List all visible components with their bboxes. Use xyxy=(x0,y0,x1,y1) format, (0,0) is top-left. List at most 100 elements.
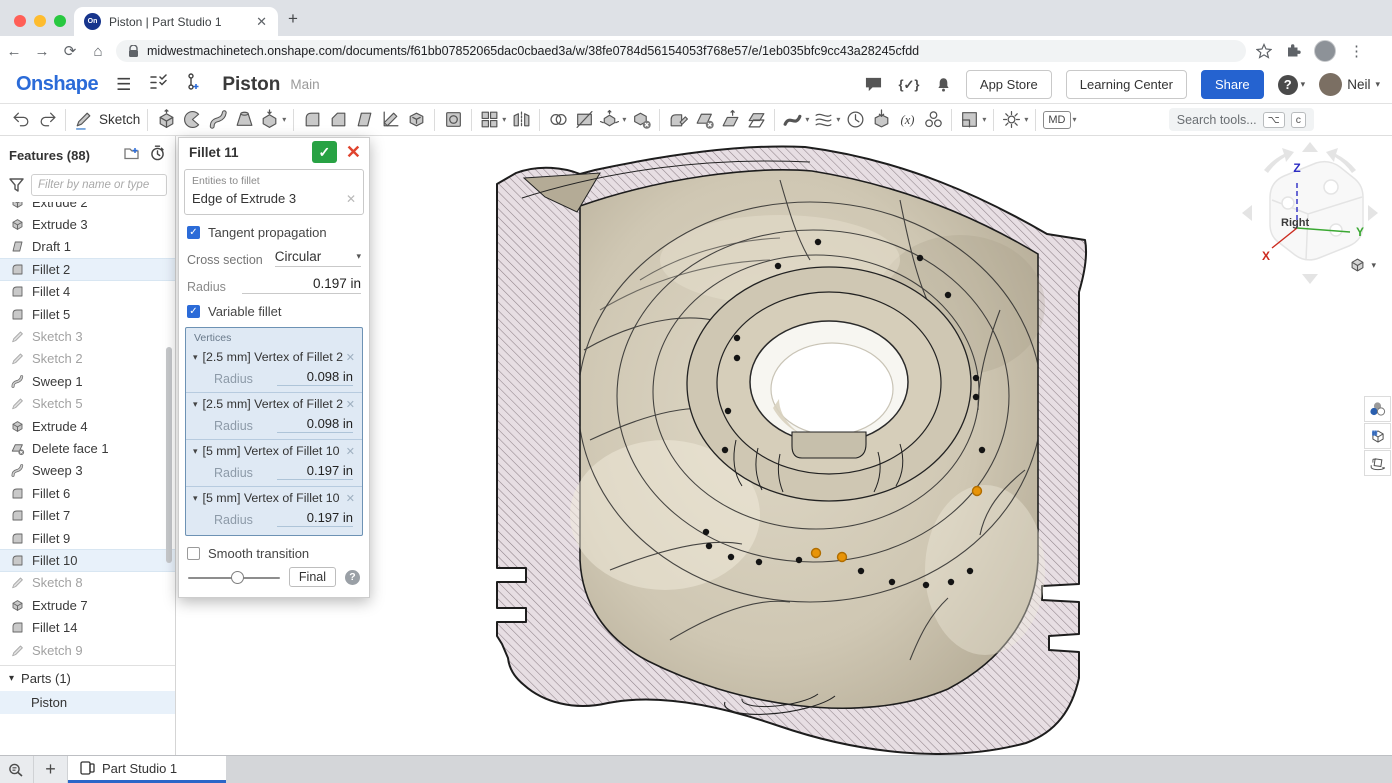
minimize-window-button[interactable] xyxy=(34,15,46,27)
section-view-panel-button[interactable] xyxy=(1364,423,1391,449)
smooth-transition-row[interactable]: Smooth transition xyxy=(187,546,361,561)
exploded-view-panel-button[interactable] xyxy=(1364,450,1391,476)
variables-tool-button[interactable]: (x) xyxy=(894,107,920,133)
feature-item-sketch-5[interactable]: Sketch 5 xyxy=(0,393,175,415)
filter-funnel-icon[interactable] xyxy=(9,178,24,192)
feature-item-sketch-2[interactable]: Sketch 2 xyxy=(0,348,175,370)
vertex-radius-input[interactable]: 0.197 in xyxy=(277,463,353,480)
feature-item-draft-1[interactable]: Draft 1 xyxy=(0,236,175,258)
address-bar[interactable]: midwestmachinetech.onshape.com/documents… xyxy=(116,40,1246,62)
user-menu[interactable]: Neil ▾ xyxy=(1319,73,1380,96)
sketch-tool-button[interactable]: Sketch xyxy=(71,107,142,133)
browser-tab[interactable]: On Piston | Part Studio 1 ✕ xyxy=(74,7,278,36)
remove-vertex-icon[interactable]: ✕ xyxy=(346,492,355,505)
remove-vertex-icon[interactable]: ✕ xyxy=(346,351,355,364)
chevron-down-icon[interactable]: ▾ xyxy=(193,493,198,504)
close-window-button[interactable] xyxy=(14,15,26,27)
learning-center-button[interactable]: Learning Center xyxy=(1066,70,1187,99)
workspace-name[interactable]: Main xyxy=(290,77,319,92)
clear-selection-icon[interactable]: ✕ xyxy=(346,192,356,206)
revolve-tool-button[interactable] xyxy=(179,107,205,133)
feature-item-extrude-3[interactable]: Extrude 3 xyxy=(0,213,175,235)
feature-item-sweep-3[interactable]: Sweep 3 xyxy=(0,460,175,482)
linear-pattern-tool-button[interactable]: ▾ xyxy=(477,107,508,133)
move-face-tool-button[interactable] xyxy=(717,107,743,133)
feature-filter-input[interactable] xyxy=(31,174,167,196)
browser-profile-avatar[interactable] xyxy=(1314,40,1336,62)
dialog-help-icon[interactable]: ? xyxy=(345,570,360,585)
help-menu[interactable]: ?▾ xyxy=(1278,75,1306,95)
feature-item-fillet-7[interactable]: Fillet 7 xyxy=(0,504,175,526)
preferences-tool-button[interactable]: ▾ xyxy=(999,107,1030,133)
search-tabs-button[interactable] xyxy=(0,756,34,783)
draft-tool-button[interactable] xyxy=(351,107,377,133)
feature-list-scrollbar[interactable] xyxy=(166,347,172,563)
final-button[interactable]: Final xyxy=(289,567,336,587)
insert-folder-icon[interactable] xyxy=(124,146,141,165)
boolean-tool-button[interactable] xyxy=(545,107,571,133)
transform-tool-button[interactable]: ▾ xyxy=(597,107,628,133)
vertex-entry[interactable]: ▾[2.5 mm] Vertex of Fillet 2✕Radius0.098… xyxy=(186,346,362,392)
sweep-tool-button[interactable] xyxy=(205,107,231,133)
slider-handle[interactable] xyxy=(231,571,244,584)
shell-tool-button[interactable] xyxy=(403,107,429,133)
rib-tool-button[interactable] xyxy=(377,107,403,133)
feature-item-fillet-5[interactable]: Fillet 5 xyxy=(0,303,175,325)
variable-fillet-checkbox[interactable]: ✓ xyxy=(187,305,200,318)
surface-tool-button[interactable]: ▾ xyxy=(780,107,811,133)
composite-curve-tool-button[interactable]: ▾ xyxy=(811,107,842,133)
tab-close-icon[interactable]: ✕ xyxy=(253,14,270,30)
onshape-logo[interactable]: Onshape xyxy=(16,73,98,96)
main-menu-icon[interactable]: ☰ xyxy=(116,75,131,95)
feature-item-fillet-4[interactable]: Fillet 4 xyxy=(0,281,175,303)
feature-item-sweep-1[interactable]: Sweep 1 xyxy=(0,370,175,392)
delete-face-tool-button[interactable] xyxy=(691,107,717,133)
feature-item-fillet-10[interactable]: Fillet 10 xyxy=(0,549,175,571)
feature-item-fillet-9[interactable]: Fillet 9 xyxy=(0,527,175,549)
loft-tool-button[interactable] xyxy=(231,107,257,133)
vertex-radius-input[interactable]: 0.098 in xyxy=(277,416,353,433)
hole-tool-button[interactable] xyxy=(440,107,466,133)
feature-item-fillet-2[interactable]: Fillet 2 xyxy=(0,258,175,280)
undo-tool-button[interactable] xyxy=(8,107,34,133)
notifications-bell-icon[interactable] xyxy=(935,76,952,94)
preview-slider[interactable] xyxy=(188,570,280,585)
import-tool-button[interactable] xyxy=(868,107,894,133)
feature-item-delete-face-1[interactable]: Delete face 1 xyxy=(0,437,175,459)
dialog-accept-button[interactable]: ✓ xyxy=(312,141,337,163)
window-controls[interactable] xyxy=(14,15,66,27)
radius-input[interactable]: 0.197 in xyxy=(242,276,361,294)
feature-item-fillet-6[interactable]: Fillet 6 xyxy=(0,482,175,504)
part-item-piston[interactable]: Piston xyxy=(0,691,175,714)
vertex-radius-input[interactable]: 0.197 in xyxy=(277,510,353,527)
redo-tool-button[interactable] xyxy=(34,107,60,133)
reload-icon[interactable]: ⟳ xyxy=(56,42,84,60)
feature-item-sketch-9[interactable]: Sketch 9 xyxy=(0,639,175,661)
bookmark-star-icon[interactable] xyxy=(1256,43,1272,59)
remove-vertex-icon[interactable]: ✕ xyxy=(346,398,355,411)
feature-item-fillet-14[interactable]: Fillet 14 xyxy=(0,616,175,638)
variable-fillet-row[interactable]: ✓ Variable fillet xyxy=(187,304,361,319)
versions-icon[interactable] xyxy=(149,74,168,96)
tangent-propagation-row[interactable]: ✓ Tangent propagation xyxy=(187,225,361,240)
feature-item-extrude-2[interactable]: Extrude 2 xyxy=(0,202,175,213)
replace-face-tool-button[interactable] xyxy=(743,107,769,133)
dialog-cancel-button[interactable]: ✕ xyxy=(346,142,361,163)
vertex-entry[interactable]: ▾[5 mm] Vertex of Fillet 10✕Radius0.197 … xyxy=(186,486,362,533)
extensions-puzzle-icon[interactable] xyxy=(1285,43,1301,59)
modify-fillet-tool-button[interactable] xyxy=(665,107,691,133)
browser-menu-icon[interactable]: ⋮ xyxy=(1349,42,1364,60)
entities-to-fillet-field[interactable]: Entities to fillet Edge of Extrude 3 ✕ xyxy=(184,169,364,215)
feature-item-sketch-8[interactable]: Sketch 8 xyxy=(0,572,175,594)
add-tab-button[interactable]: + xyxy=(34,756,68,783)
remove-vertex-icon[interactable]: ✕ xyxy=(346,445,355,458)
back-icon[interactable]: ← xyxy=(0,43,28,60)
instances-tool-button[interactable] xyxy=(920,107,946,133)
cross-section-dropdown[interactable]: Circular ▾ xyxy=(275,249,361,267)
tangent-propagation-checkbox[interactable]: ✓ xyxy=(187,226,200,239)
piston-model[interactable] xyxy=(480,140,1100,755)
app-store-button[interactable]: App Store xyxy=(966,70,1052,99)
maximize-window-button[interactable] xyxy=(54,15,66,27)
drawing-tool-button[interactable]: ▾ xyxy=(957,107,988,133)
new-tab-button[interactable]: + xyxy=(288,9,298,29)
